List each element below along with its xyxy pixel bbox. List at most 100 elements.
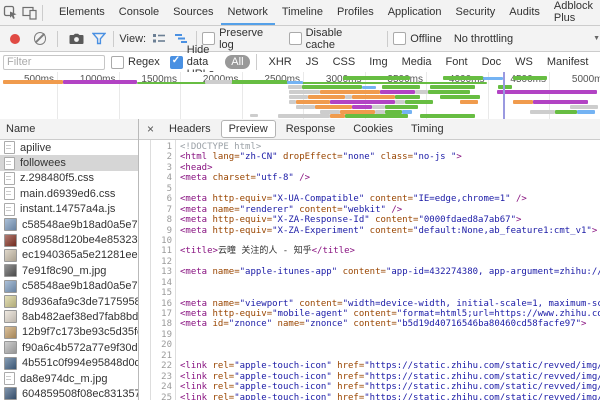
screenshot-camera-icon[interactable] [66, 29, 86, 49]
tab-network[interactable]: Network [221, 0, 275, 25]
filter-type-media[interactable]: Media [396, 55, 438, 69]
code-token: http-equiv= [213, 309, 273, 319]
code-token: href= [332, 393, 365, 400]
tab-console[interactable]: Console [112, 0, 166, 25]
toolbar-separator [57, 31, 58, 47]
filter-type-manifest[interactable]: Manifest [541, 55, 595, 69]
regex-checkbox[interactable] [111, 56, 124, 69]
code-token: name= [213, 299, 240, 309]
tab-security[interactable]: Security [449, 0, 503, 25]
document-icon [4, 141, 15, 154]
waterfall-bar [352, 105, 372, 109]
details-tab-response[interactable]: Response [278, 120, 344, 138]
code-line [180, 236, 600, 246]
request-row[interactable]: main.d6939ed6.css [0, 186, 138, 201]
checkbox-group: Offline [393, 32, 452, 45]
filter-type-font[interactable]: Font [440, 55, 474, 69]
image-thumbnail-icon [4, 310, 17, 323]
request-name: 8d936afa9c3de7175958fae5... [22, 296, 138, 308]
request-row[interactable]: f90a6c4b572a77e9f30de153... [0, 340, 138, 355]
line-number: 24 [151, 382, 172, 392]
requests-header[interactable]: Name [0, 119, 138, 140]
line-number: 4 [151, 173, 172, 183]
offline-checkbox[interactable] [393, 32, 406, 45]
waterfall-bar [533, 100, 588, 104]
disable-cache-checkbox-item[interactable]: Disable cache [289, 27, 373, 51]
request-row[interactable]: ec1940365a5e21281ee71856... [0, 248, 138, 263]
line-number: 22 [151, 361, 172, 371]
device-toolbar-icon[interactable] [22, 3, 38, 23]
code-token: rel= [213, 393, 235, 400]
throttling-select[interactable]: No throttling ▼ [454, 33, 600, 45]
waterfall-bar [440, 95, 480, 99]
waterfall-bar [278, 114, 330, 118]
view-list-icon[interactable] [149, 29, 169, 49]
network-overview[interactable]: 500ms1000ms1500ms2000ms2500ms3000ms3500m… [0, 72, 600, 120]
filter-input[interactable] [3, 55, 105, 70]
code-line: <link rel="apple-touch-icon" href="https… [180, 393, 600, 400]
filter-type-ws[interactable]: WS [509, 55, 539, 69]
code-token: /> [294, 173, 310, 183]
hide-data-urls-checkbox[interactable] [170, 56, 183, 69]
request-row[interactable]: z.298480f5.css [0, 171, 138, 186]
details-tab-timing[interactable]: Timing [403, 120, 452, 138]
request-row[interactable]: da8e974dc_m.jpg [0, 371, 138, 386]
filter-type-other[interactable]: Other [596, 55, 600, 69]
filter-type-all[interactable]: All [225, 55, 249, 69]
tab-elements[interactable]: Elements [52, 0, 112, 25]
waterfall-bar [296, 105, 315, 109]
requests-pane: Name apilivefolloweesz.298480f5.cssmain.… [0, 119, 139, 400]
regex-checkbox-item[interactable]: Regex [111, 56, 160, 69]
request-row[interactable]: 12b9f7c173be93c5d35fea2d... [0, 325, 138, 340]
filter-funnel-icon[interactable] [89, 29, 109, 49]
filter-type-css[interactable]: CSS [327, 55, 362, 69]
tab-application[interactable]: Application [381, 0, 449, 25]
disable-cache-checkbox[interactable] [289, 32, 302, 45]
source-code[interactable]: <!DOCTYPE html><html lang="zh-CN" dropEf… [176, 140, 600, 400]
code-line: <meta http-equiv="X-ZA-Response-Id" cont… [180, 215, 600, 225]
request-row[interactable]: instant.14757a4a.js [0, 202, 138, 217]
request-name: apilive [20, 142, 51, 154]
filter-type-xhr[interactable]: XHR [263, 55, 298, 69]
filter-type-js[interactable]: JS [300, 55, 325, 69]
toolbar-separator [42, 5, 43, 21]
filter-type-doc[interactable]: Doc [476, 55, 508, 69]
code-line [180, 330, 600, 340]
request-row[interactable]: followees [0, 155, 138, 170]
request-row[interactable]: c08958d120be4e853230649... [0, 232, 138, 247]
tab-profiles[interactable]: Profiles [330, 0, 381, 25]
code-token: "https://static.zhihu.com/static/revved/… [364, 361, 600, 371]
tab-audits[interactable]: Audits [502, 0, 547, 25]
request-row[interactable]: 8ab482aef38ed7fab8bd4314... [0, 309, 138, 324]
details-tab-preview[interactable]: Preview [221, 120, 276, 138]
inspect-element-icon[interactable] [3, 3, 19, 23]
request-row[interactable]: apilive [0, 140, 138, 155]
clear-icon[interactable] [34, 32, 47, 45]
code-token: "https://static.zhihu.com/static/revved/… [364, 393, 600, 400]
details-tab-headers[interactable]: Headers [161, 120, 219, 138]
request-row[interactable]: c58548ae9b18ad0a5e79fe4e... [0, 279, 138, 294]
tab-sources[interactable]: Sources [166, 0, 220, 25]
code-token: lang= [213, 152, 240, 162]
filter-type-img[interactable]: Img [363, 55, 393, 69]
code-token: <link [180, 372, 213, 382]
tab-timeline[interactable]: Timeline [275, 0, 330, 25]
record-button[interactable] [10, 34, 20, 44]
request-row[interactable]: 8d936afa9c3de7175958fae5... [0, 294, 138, 309]
document-icon [4, 372, 15, 385]
code-token: <meta [180, 267, 213, 277]
offline-checkbox-item[interactable]: Offline [393, 32, 442, 45]
code-token: name= [213, 205, 240, 215]
code-token: <meta [180, 215, 213, 225]
timeline-tick-label: 5000ms [572, 74, 600, 85]
request-row[interactable]: c58548ae9b18ad0a5e79fe4e... [0, 217, 138, 232]
request-row[interactable]: 4b551c0f994e95848d0dda09... [0, 355, 138, 370]
close-icon[interactable]: × [147, 123, 154, 135]
code-token: > [516, 215, 521, 225]
code-token: "apple-touch-icon" [234, 361, 332, 371]
details-tab-cookies[interactable]: Cookies [345, 120, 401, 138]
chevron-down-icon: ▼ [593, 35, 600, 42]
tab-adblock-plus[interactable]: Adblock Plus [547, 0, 600, 25]
request-row[interactable]: 604859508f08ec8313572f0e7 [0, 386, 138, 400]
request-row[interactable]: 7e91f8c90_m.jpg [0, 263, 138, 278]
